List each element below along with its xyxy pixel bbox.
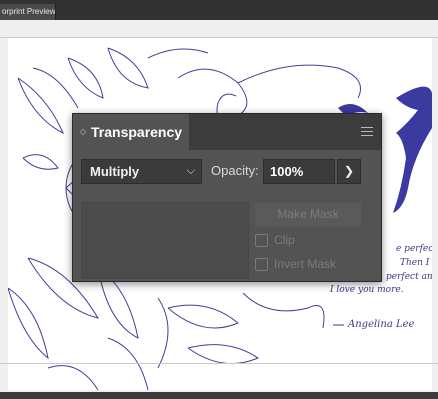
panel-collapse-icon[interactable]: ◇ — [80, 128, 86, 136]
script-line-1: e perfect, — [396, 244, 432, 254]
panel-title: Transparency — [91, 124, 183, 140]
invert-mask-checkbox[interactable] — [255, 257, 268, 271]
script-line-2: Then I — [400, 258, 430, 268]
chevron-right-icon: ❯ — [343, 164, 355, 178]
script-line-3: perfect and — [386, 272, 432, 282]
status-bar — [0, 392, 438, 399]
panel-tab-bar[interactable]: ◇ Transparency — [73, 114, 381, 150]
script-line-4: I love you more. — [329, 285, 404, 295]
invert-mask-checkbox-row[interactable]: Invert Mask — [255, 256, 336, 272]
artboard-bottom-edge — [0, 363, 438, 364]
document-tab-strip: orprint Preview) — [0, 0, 438, 20]
document-tab[interactable]: orprint Preview) — [0, 4, 56, 20]
opacity-slider-button[interactable]: ❯ — [337, 159, 361, 184]
signature-text: Angelina Lee — [347, 319, 415, 330]
opacity-label: Opacity: — [211, 163, 259, 178]
transparency-panel[interactable]: ◇ Transparency Multiply ⌵ Opacity: 100% … — [72, 113, 382, 282]
chevron-down-icon: ⌵ — [186, 165, 195, 177]
panel-menu-icon[interactable] — [361, 127, 373, 137]
make-mask-button[interactable]: Make Mask — [255, 203, 361, 226]
opacity-input[interactable]: 100% — [263, 159, 335, 184]
clip-checkbox[interactable] — [255, 233, 268, 247]
blend-mode-value: Multiply — [90, 164, 140, 179]
clip-label: Clip — [274, 233, 295, 247]
object-thumbnail-area — [81, 202, 249, 279]
clip-checkbox-row[interactable]: Clip — [255, 232, 295, 248]
leaf — [17, 77, 64, 135]
blend-mode-select[interactable]: Multiply ⌵ — [81, 159, 202, 184]
tab-transparency[interactable]: ◇ Transparency — [73, 114, 189, 150]
invert-mask-label: Invert Mask — [274, 257, 337, 271]
